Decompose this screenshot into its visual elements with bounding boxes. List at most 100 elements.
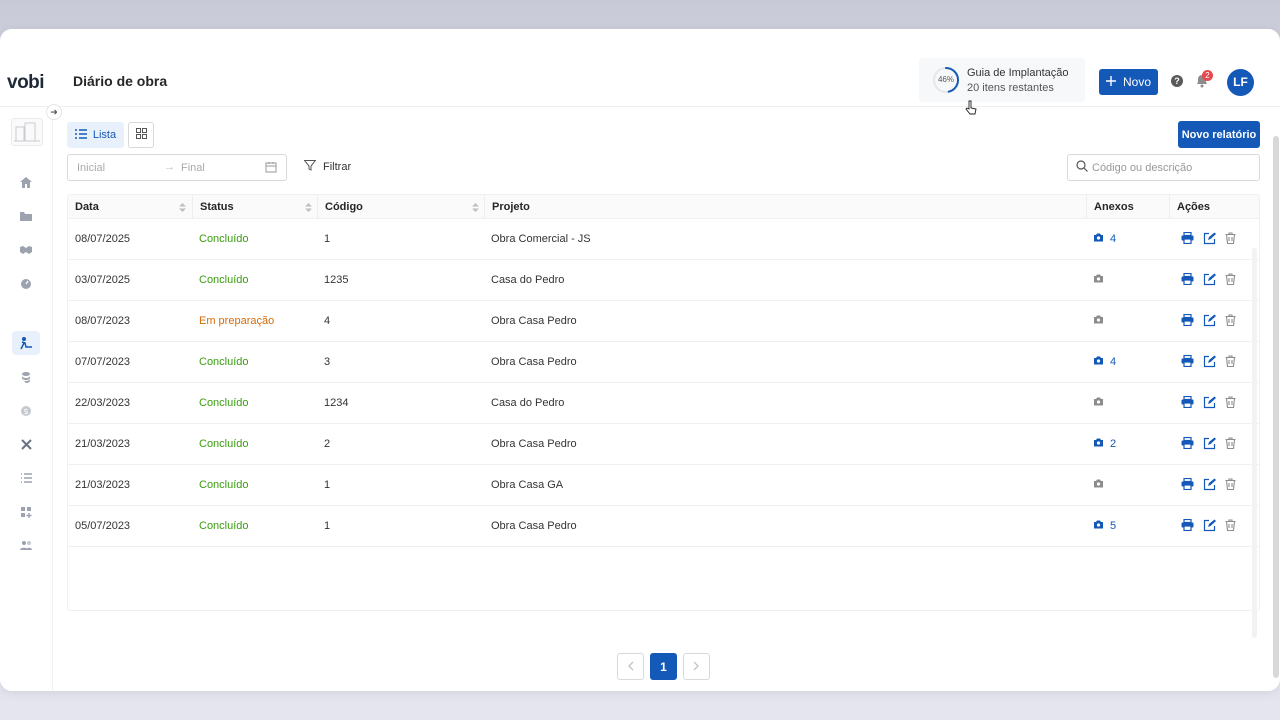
trash-icon[interactable] [1225, 519, 1236, 535]
trash-icon[interactable] [1225, 355, 1236, 371]
next-page-button[interactable] [683, 653, 710, 680]
implementation-guide-widget[interactable]: 46% Guia de Implantação 20 itens restant… [919, 58, 1085, 102]
list-icon[interactable] [12, 466, 40, 490]
page-button-current[interactable]: 1 [650, 653, 677, 680]
edit-icon[interactable] [1203, 396, 1216, 412]
cell-code: 1 [324, 479, 331, 491]
user-avatar[interactable]: LF [1227, 69, 1254, 96]
cell-code: 1235 [324, 274, 349, 286]
edit-icon[interactable] [1203, 314, 1216, 330]
construction-worker-icon[interactable] [12, 331, 40, 355]
date-start-input[interactable]: Inicial [77, 162, 105, 174]
search-input[interactable]: Código ou descrição [1067, 154, 1260, 181]
question-circle-icon[interactable]: ? [1171, 75, 1183, 87]
cell-status: Concluído [199, 356, 249, 368]
attachments-link[interactable]: 5 [1093, 520, 1116, 532]
coins-icon[interactable] [12, 365, 40, 389]
cell-date: 07/07/2023 [75, 356, 131, 368]
dollar-icon[interactable]: $ [12, 399, 40, 423]
attachments-link[interactable] [1093, 397, 1110, 409]
edit-icon[interactable] [1203, 273, 1216, 289]
company-logo[interactable] [11, 118, 43, 146]
sort-icon[interactable] [305, 203, 312, 212]
page-title: Diário de obra [73, 73, 168, 89]
sort-icon[interactable] [179, 203, 186, 212]
table-scrollbar[interactable] [1252, 248, 1257, 638]
sidebar-expand-icon[interactable]: ➜ [46, 104, 62, 120]
home-icon[interactable] [12, 170, 40, 194]
print-icon[interactable] [1181, 231, 1194, 248]
trash-icon[interactable] [1225, 437, 1236, 453]
cell-project: Obra Comercial - JS [491, 233, 591, 245]
trash-icon[interactable] [1225, 232, 1236, 248]
edit-icon[interactable] [1203, 437, 1216, 453]
view-list-button[interactable]: Lista [67, 122, 124, 148]
chevron-right-icon [693, 660, 700, 674]
table-row[interactable]: 21/03/2023 Concluído 2 Obra Casa Pedro 2 [68, 424, 1259, 465]
table-header: Data Status Código Projeto Anexos Ações [68, 195, 1259, 219]
mouse-cursor-icon [965, 100, 977, 116]
column-header-project: Projeto [484, 195, 1086, 219]
grid-view-icon [135, 128, 147, 142]
list-view-icon [74, 128, 87, 142]
prev-page-button[interactable] [617, 653, 644, 680]
view-grid-button[interactable] [128, 122, 154, 148]
users-icon[interactable] [12, 533, 40, 557]
attachments-link[interactable]: 4 [1093, 356, 1116, 368]
apps-add-icon[interactable] [12, 500, 40, 524]
camera-icon [1093, 520, 1104, 532]
edit-icon[interactable] [1203, 355, 1216, 371]
vobi-logo[interactable]: vobi [7, 72, 45, 94]
table-row[interactable]: 05/07/2023 Concluído 1 Obra Casa Pedro 5 [68, 506, 1259, 547]
sort-icon[interactable] [472, 203, 479, 212]
print-icon[interactable] [1181, 354, 1194, 371]
print-icon[interactable] [1181, 518, 1194, 535]
column-header-code[interactable]: Código [317, 195, 484, 219]
cell-project: Obra Casa Pedro [491, 356, 577, 368]
edit-icon[interactable] [1203, 519, 1216, 535]
page-scrollbar[interactable] [1273, 136, 1279, 678]
new-button[interactable]: Novo [1099, 69, 1158, 95]
column-header-date[interactable]: Data [68, 195, 192, 219]
table-row[interactable]: 08/07/2025 Concluído 1 Obra Comercial - JS 4 [68, 219, 1259, 260]
edit-icon[interactable] [1203, 232, 1216, 248]
filter-icon [303, 160, 317, 174]
trash-icon[interactable] [1225, 314, 1236, 330]
row-actions [1181, 354, 1236, 371]
cell-project: Casa do Pedro [491, 397, 565, 409]
row-actions [1181, 518, 1236, 535]
table-row[interactable]: 22/03/2023 Concluído 1234 Casa do Pedro [68, 383, 1259, 424]
cell-code: 4 [324, 315, 331, 327]
attachments-link[interactable] [1093, 315, 1110, 327]
attachments-link[interactable]: 2 [1093, 438, 1116, 450]
date-range-picker[interactable]: Inicial → Final [67, 154, 287, 181]
filter-button[interactable]: Filtrar [303, 160, 351, 174]
attachments-link[interactable] [1093, 274, 1110, 286]
attachments-link[interactable] [1093, 479, 1110, 491]
table-row[interactable]: 08/07/2023 Em preparação 4 Obra Casa Pedro [68, 301, 1259, 342]
trash-icon[interactable] [1225, 396, 1236, 412]
cell-status: Em preparação [199, 315, 275, 327]
trash-icon[interactable] [1225, 478, 1236, 494]
edit-icon[interactable] [1203, 478, 1216, 494]
new-report-button[interactable]: Novo relatório [1178, 121, 1260, 148]
handshake-icon[interactable] [12, 238, 40, 262]
trash-icon[interactable] [1225, 273, 1236, 289]
tools-icon[interactable] [12, 432, 40, 456]
table-row[interactable]: 21/03/2023 Concluído 1 Obra Casa GA [68, 465, 1259, 506]
print-icon[interactable] [1181, 477, 1194, 494]
folder-icon[interactable] [12, 204, 40, 228]
date-end-input[interactable]: Final [181, 162, 205, 174]
attachments-link[interactable]: 4 [1093, 233, 1116, 245]
attachments-count: 4 [1110, 233, 1117, 245]
calendar-icon [265, 161, 277, 176]
column-header-status[interactable]: Status [192, 195, 317, 219]
gauge-icon[interactable] [12, 272, 40, 296]
print-icon[interactable] [1181, 272, 1194, 289]
print-icon[interactable] [1181, 313, 1194, 330]
table-row[interactable]: 07/07/2023 Concluído 3 Obra Casa Pedro 4 [68, 342, 1259, 383]
table-row[interactable]: 03/07/2025 Concluído 1235 Casa do Pedro [68, 260, 1259, 301]
print-icon[interactable] [1181, 395, 1194, 412]
guide-progress-ring: 46% [932, 66, 960, 94]
print-icon[interactable] [1181, 436, 1194, 453]
